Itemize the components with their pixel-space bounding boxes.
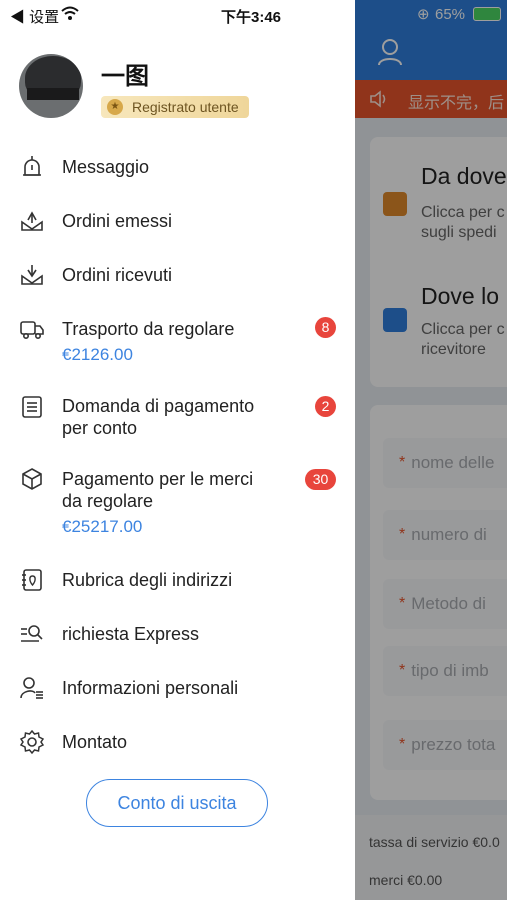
badge-label: Registrato utente bbox=[132, 99, 239, 115]
address-book-icon bbox=[22, 569, 42, 591]
menu-item-info[interactable]: Informazioni personali bbox=[0, 671, 355, 705]
count-badge: 30 bbox=[305, 469, 336, 490]
status-time: 下午3:46 bbox=[221, 9, 282, 26]
menu-label: richiesta Express bbox=[62, 624, 200, 644]
avatar[interactable] bbox=[19, 54, 83, 118]
menu-item-domanda[interactable]: Domanda di pagamento per conto 2 bbox=[0, 390, 355, 442]
menu-label: Domanda di pagamento per conto bbox=[62, 396, 255, 438]
user-list-icon bbox=[20, 677, 43, 699]
menu-label: Ordini emessi bbox=[62, 211, 173, 231]
menu-item-ordini-emessi[interactable]: Ordini emessi bbox=[0, 204, 355, 238]
username: 一图 bbox=[101, 63, 149, 90]
dim-overlay[interactable] bbox=[355, 0, 507, 900]
menu-label: Trasporto da regolare bbox=[62, 319, 235, 339]
box-out-icon bbox=[21, 211, 43, 231]
menu-label: Rubrica degli indirizzi bbox=[62, 570, 233, 590]
status-badge: ★ Registrato utente bbox=[101, 96, 249, 118]
back-to-settings[interactable]: ◀ 设置 bbox=[10, 6, 59, 27]
menu-item-montato[interactable]: Montato bbox=[0, 725, 355, 759]
status-bar: ◀ 设置 下午3:46 bbox=[0, 0, 355, 28]
menu-amount: €2126.00 bbox=[62, 345, 133, 364]
menu-label: Messaggio bbox=[62, 157, 150, 177]
count-badge: 2 bbox=[315, 396, 336, 417]
truck-icon bbox=[20, 321, 44, 339]
box-in-icon bbox=[21, 265, 43, 285]
menu-item-rubrica[interactable]: Rubrica degli indirizzi bbox=[0, 563, 355, 597]
star-coin-icon: ★ bbox=[107, 99, 123, 115]
menu-item-ordini-ricevuti[interactable]: Ordini ricevuti bbox=[0, 258, 355, 292]
count-badge: 8 bbox=[315, 317, 336, 338]
logout-button[interactable]: Conto di uscita bbox=[86, 779, 268, 827]
menu-label: Pagamento per le merci da regolare bbox=[62, 469, 254, 511]
search-list-icon bbox=[21, 625, 43, 642]
menu-label: Montato bbox=[62, 732, 128, 752]
document-icon bbox=[22, 396, 42, 418]
package-icon bbox=[22, 468, 42, 490]
menu-amount: €25217.00 bbox=[62, 517, 143, 536]
menu-item-pagamento-merci[interactable]: Pagamento per le merci da regolare €2521… bbox=[0, 463, 355, 539]
menu-item-messaggio[interactable]: Messaggio bbox=[0, 150, 355, 184]
gear-icon bbox=[19, 729, 45, 755]
side-drawer: ◀ 设置 下午3:46 一图 ★ Registrato utente Messa… bbox=[0, 0, 355, 900]
menu-item-richiesta[interactable]: richiesta Express bbox=[0, 617, 355, 651]
menu-label: Ordini ricevuti bbox=[62, 265, 173, 285]
menu-item-trasporto[interactable]: Trasporto da regolare €2126.00 8 bbox=[0, 312, 355, 366]
menu-label: Informazioni personali bbox=[62, 678, 239, 698]
wifi-icon bbox=[61, 6, 79, 20]
bell-icon bbox=[23, 156, 41, 176]
